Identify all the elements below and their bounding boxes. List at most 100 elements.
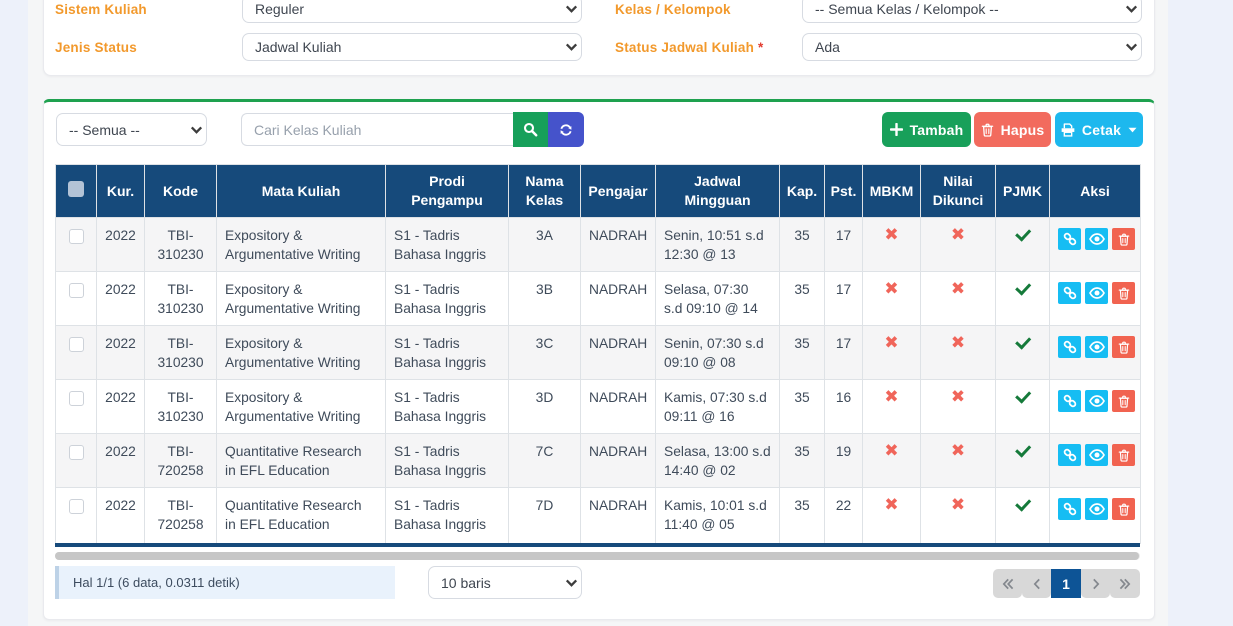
cell-pengajar: NADRAH bbox=[581, 326, 656, 380]
delete-row-button[interactable] bbox=[1112, 282, 1135, 304]
col-header-pst: Pst. bbox=[825, 165, 863, 218]
cell-kap: 35 bbox=[780, 218, 825, 272]
cell-kap: 35 bbox=[780, 272, 825, 326]
table-bottom-border bbox=[55, 543, 1140, 547]
trash-icon bbox=[1118, 395, 1130, 408]
search-button[interactable] bbox=[513, 112, 548, 147]
cell-kur: 2022 bbox=[97, 218, 145, 272]
cell-pst: 22 bbox=[825, 488, 863, 544]
cell-aksi bbox=[1050, 326, 1141, 380]
filter-row-2: Jenis Status Jadwal Kuliah Status Jadwal… bbox=[44, 33, 1154, 61]
row-checkbox[interactable] bbox=[69, 391, 84, 406]
cell-kode: TBI- 310230 bbox=[145, 272, 217, 326]
col-header-jadwal: Jadwal Mingguan bbox=[656, 165, 780, 218]
row-checkbox[interactable] bbox=[69, 283, 84, 298]
col-header-mata-kuliah: Mata Kuliah bbox=[217, 165, 386, 218]
delete-row-button[interactable] bbox=[1112, 390, 1135, 412]
cell-checkbox bbox=[56, 434, 97, 488]
filter-select-status-jadwal-kuliah[interactable]: Ada bbox=[802, 33, 1142, 61]
cell-pengajar: NADRAH bbox=[581, 272, 656, 326]
mbkm-flag-icon bbox=[884, 334, 898, 353]
cell-aksi bbox=[1050, 434, 1141, 488]
nilai-dikunci-flag-icon bbox=[951, 226, 965, 245]
per-page-select[interactable]: 10 baris bbox=[428, 566, 582, 599]
view-button[interactable] bbox=[1085, 498, 1108, 520]
cell-kap: 35 bbox=[780, 380, 825, 434]
link-icon bbox=[1063, 286, 1077, 300]
pjmk-flag-icon bbox=[1016, 280, 1030, 299]
link-button[interactable] bbox=[1058, 336, 1081, 358]
cell-nama-kelas: 3A bbox=[509, 218, 581, 272]
select-all-checkbox[interactable] bbox=[68, 181, 84, 197]
first-page-button[interactable] bbox=[993, 569, 1022, 598]
view-button[interactable] bbox=[1085, 282, 1108, 304]
cell-jadwal: Senin, 07:30 s.d 09:10 @ 08 bbox=[656, 326, 780, 380]
table-row: 2022 TBI- 310230 Expository & Argumentat… bbox=[56, 218, 1141, 272]
link-button[interactable] bbox=[1058, 498, 1081, 520]
cell-nama-kelas: 3D bbox=[509, 380, 581, 434]
scrollbar-thumb[interactable] bbox=[55, 552, 1139, 560]
print-button[interactable]: Cetak bbox=[1055, 112, 1143, 147]
chevrons-right-icon bbox=[1119, 578, 1131, 590]
chevron-down-icon bbox=[191, 126, 202, 134]
horizontal-scrollbar[interactable] bbox=[55, 552, 1140, 560]
delete-row-button[interactable] bbox=[1112, 336, 1135, 358]
pjmk-flag-icon bbox=[1016, 226, 1030, 245]
refresh-button[interactable] bbox=[548, 112, 584, 147]
cell-pengajar: NADRAH bbox=[581, 218, 656, 272]
link-button[interactable] bbox=[1058, 228, 1081, 250]
table-row: 2022 TBI- 310230 Expository & Argumentat… bbox=[56, 380, 1141, 434]
trash-icon bbox=[1118, 287, 1130, 300]
cell-mata-kuliah: Quantitative Research in EFL Education bbox=[217, 488, 386, 544]
filter-select-sistem-kuliah[interactable]: Reguler bbox=[242, 0, 582, 23]
row-checkbox[interactable] bbox=[69, 445, 84, 460]
link-button[interactable] bbox=[1058, 444, 1081, 466]
row-checkbox[interactable] bbox=[69, 499, 84, 514]
trash-icon bbox=[1118, 503, 1130, 516]
delete-row-button[interactable] bbox=[1112, 498, 1135, 520]
trash-icon bbox=[1118, 233, 1130, 246]
filter-select-kelas-kelompok[interactable]: -- Semua Kelas / Kelompok -- bbox=[802, 0, 1142, 23]
next-page-button[interactable] bbox=[1081, 569, 1110, 598]
mbkm-flag-icon bbox=[884, 280, 898, 299]
cell-jadwal: Kamis, 10:01 s.d 11:40 @ 05 bbox=[656, 488, 780, 544]
cell-pjmk bbox=[996, 218, 1050, 272]
view-button[interactable] bbox=[1085, 444, 1108, 466]
row-checkbox[interactable] bbox=[69, 229, 84, 244]
filter-row-1: Sistem Kuliah Reguler Kelas / Kelompok -… bbox=[44, 0, 1154, 23]
search-input[interactable] bbox=[241, 113, 513, 146]
cell-checkbox bbox=[56, 218, 97, 272]
plus-icon bbox=[890, 123, 903, 136]
view-button[interactable] bbox=[1085, 390, 1108, 412]
link-button[interactable] bbox=[1058, 282, 1081, 304]
filter-label-sistem-kuliah: Sistem Kuliah bbox=[55, 0, 151, 23]
main-content: Sistem Kuliah Reguler Kelas / Kelompok -… bbox=[28, 0, 1168, 626]
last-page-button[interactable] bbox=[1110, 569, 1140, 598]
prev-page-button[interactable] bbox=[1022, 569, 1051, 598]
cell-nilai-dikunci bbox=[921, 488, 996, 544]
cell-kur: 2022 bbox=[97, 434, 145, 488]
page-1-button[interactable]: 1 bbox=[1051, 569, 1081, 598]
view-button[interactable] bbox=[1085, 228, 1108, 250]
delete-button[interactable]: Hapus bbox=[974, 112, 1051, 147]
link-button[interactable] bbox=[1058, 390, 1081, 412]
cell-kur: 2022 bbox=[97, 272, 145, 326]
nilai-dikunci-flag-icon bbox=[951, 442, 965, 461]
view-button[interactable] bbox=[1085, 336, 1108, 358]
cell-prodi: S1 - Tadris Bahasa Inggris bbox=[386, 434, 509, 488]
cell-mbkm bbox=[863, 488, 921, 544]
filter-select-jenis-status[interactable]: Jadwal Kuliah bbox=[242, 33, 582, 61]
cell-kode: TBI- 310230 bbox=[145, 326, 217, 380]
link-icon bbox=[1063, 394, 1077, 408]
delete-row-button[interactable] bbox=[1112, 444, 1135, 466]
search-icon bbox=[523, 122, 538, 137]
row-checkbox[interactable] bbox=[69, 337, 84, 352]
row-actions bbox=[1058, 498, 1135, 520]
scope-select[interactable]: -- Semua -- bbox=[56, 113, 207, 146]
col-header-kode: Kode bbox=[145, 165, 217, 218]
page-info: Hal 1/1 (6 data, 0.0311 detik) bbox=[55, 566, 395, 599]
row-actions bbox=[1058, 390, 1135, 412]
cell-aksi bbox=[1050, 488, 1141, 544]
delete-row-button[interactable] bbox=[1112, 228, 1135, 250]
add-button[interactable]: Tambah bbox=[882, 112, 971, 147]
